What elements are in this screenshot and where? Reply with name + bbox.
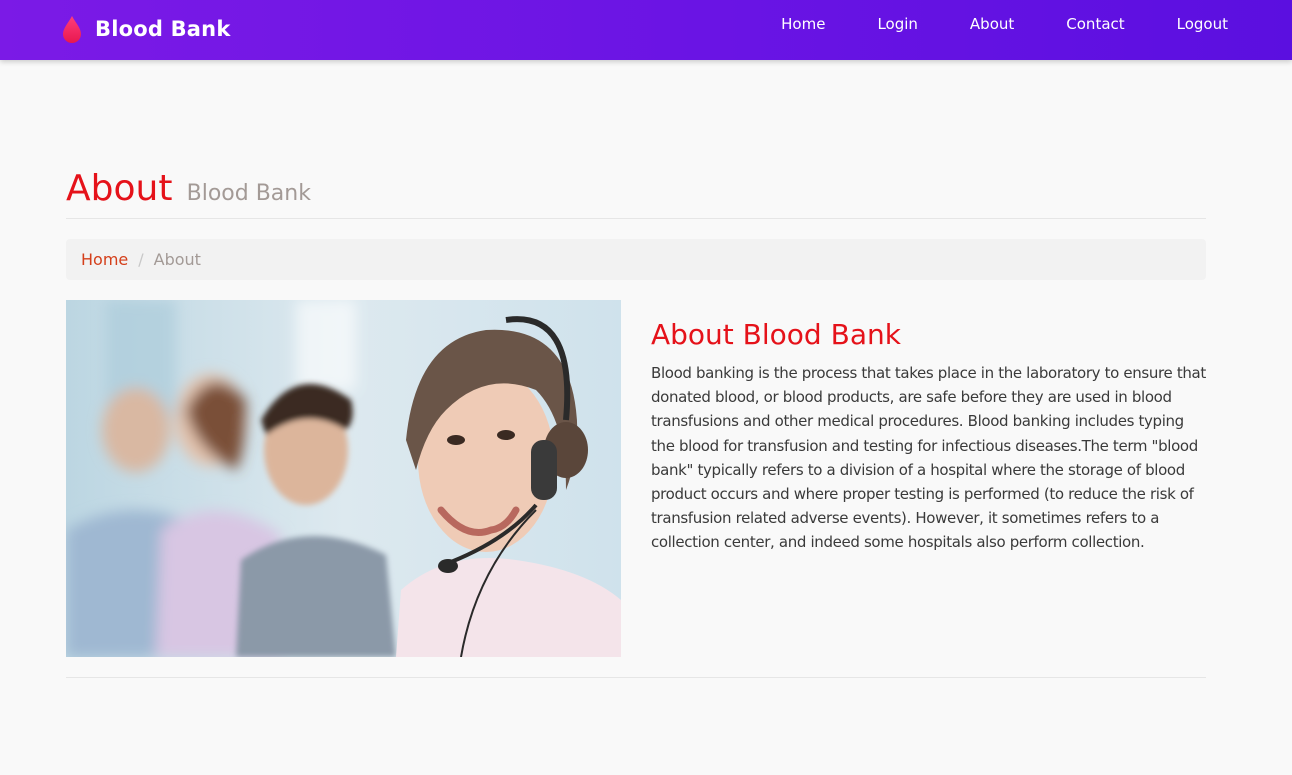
call-center-photo-illustration (66, 300, 621, 657)
breadcrumb: Home / About (66, 239, 1206, 280)
call-center-photo (66, 300, 621, 657)
about-body-text: Blood banking is the process that takes … (651, 364, 1206, 552)
nav-home[interactable]: Home (781, 15, 825, 33)
page-title: About Blood Bank (66, 168, 311, 209)
brand-link[interactable]: Blood Bank (62, 14, 231, 44)
breadcrumb-home-link[interactable]: Home (81, 250, 128, 269)
nav-login[interactable]: Login (877, 15, 917, 33)
nav-logout[interactable]: Logout (1177, 15, 1228, 33)
breadcrumb-separator: / (138, 250, 144, 269)
page-title-main: About (66, 168, 173, 209)
breadcrumb-current: About (153, 250, 201, 269)
brand-name: Blood Bank (95, 17, 231, 41)
blood-drop-icon (63, 16, 81, 43)
navbar: Blood Bank Home Login About Contact Logo… (0, 0, 1292, 60)
nav-about[interactable]: About (970, 15, 1014, 33)
about-heading: About Blood Bank (651, 318, 901, 351)
page-title-subtitle: Blood Bank (186, 181, 311, 206)
divider (66, 677, 1206, 678)
page-header: About Blood Bank (66, 168, 1206, 219)
nav-links: Home Login About Contact Logout (729, 0, 1228, 48)
nav-contact[interactable]: Contact (1066, 15, 1124, 33)
about-section: About Blood Bank Blood banking is the pr… (651, 318, 1207, 555)
